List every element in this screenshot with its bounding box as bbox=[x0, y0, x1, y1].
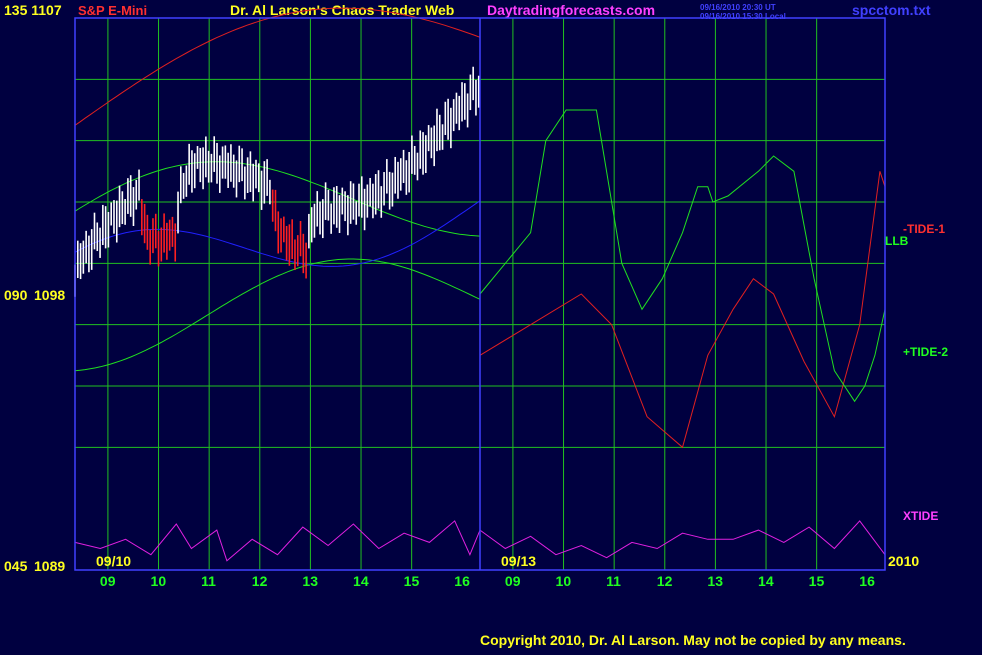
tide2-label: +TIDE-2 bbox=[903, 345, 948, 359]
x-tick-label: 16 bbox=[454, 573, 470, 589]
x-tick-label: 14 bbox=[758, 573, 774, 589]
llb-label: LLB bbox=[885, 234, 909, 248]
x-tick-label: 09 bbox=[100, 573, 116, 589]
chaos-trader-chart: 135 1107 S&P E-Mini Dr. Al Larson's Chao… bbox=[0, 0, 982, 650]
x-tick-label: 14 bbox=[353, 573, 369, 589]
left-axis-bottom-price: 1089 bbox=[34, 558, 65, 574]
left-axis-top-label: 135 1107 bbox=[4, 2, 62, 18]
date-label-left: 09/10 bbox=[96, 553, 131, 569]
date-label-right: 09/13 bbox=[501, 553, 536, 569]
chart-window: 135 1107 S&P E-Mini Dr. Al Larson's Chao… bbox=[0, 0, 982, 650]
copyright: Copyright 2010, Dr. Al Larson. May not b… bbox=[480, 632, 906, 648]
x-tick-label: 11 bbox=[201, 573, 216, 589]
x-tick-label: 15 bbox=[809, 573, 825, 589]
year-label: 2010 bbox=[888, 553, 919, 569]
filename-label: spcctom.txt bbox=[852, 2, 931, 18]
xtide-label: XTIDE bbox=[903, 509, 938, 523]
x-tick-label: 12 bbox=[252, 573, 268, 589]
x-tick-label: 10 bbox=[151, 573, 167, 589]
left-axis-bottom-label: 045 bbox=[4, 558, 28, 574]
x-tick-label: 11 bbox=[606, 573, 621, 589]
x-tick-label: 13 bbox=[707, 573, 723, 589]
tide1-label: -TIDE-1 bbox=[903, 222, 945, 236]
left-axis-mid-label: 090 bbox=[4, 287, 28, 303]
x-tick-label: 12 bbox=[657, 573, 673, 589]
x-tick-label: 13 bbox=[302, 573, 318, 589]
site-label: Daytradingforecasts.com bbox=[487, 2, 655, 18]
x-tick-label: 15 bbox=[404, 573, 420, 589]
left-axis-mid-price: 1098 bbox=[34, 287, 65, 303]
x-tick-label: 09 bbox=[505, 573, 521, 589]
x-tick-label: 10 bbox=[556, 573, 572, 589]
timestamp-ut: 09/16/2010 20:30 UT bbox=[700, 3, 776, 12]
x-tick-label: 16 bbox=[859, 573, 875, 589]
main-title: Dr. Al Larson's Chaos Trader Web bbox=[230, 2, 454, 18]
timestamp-local: 09/16/2010 15:30 Local bbox=[700, 12, 786, 21]
instrument-label: S&P E-Mini bbox=[78, 3, 147, 18]
